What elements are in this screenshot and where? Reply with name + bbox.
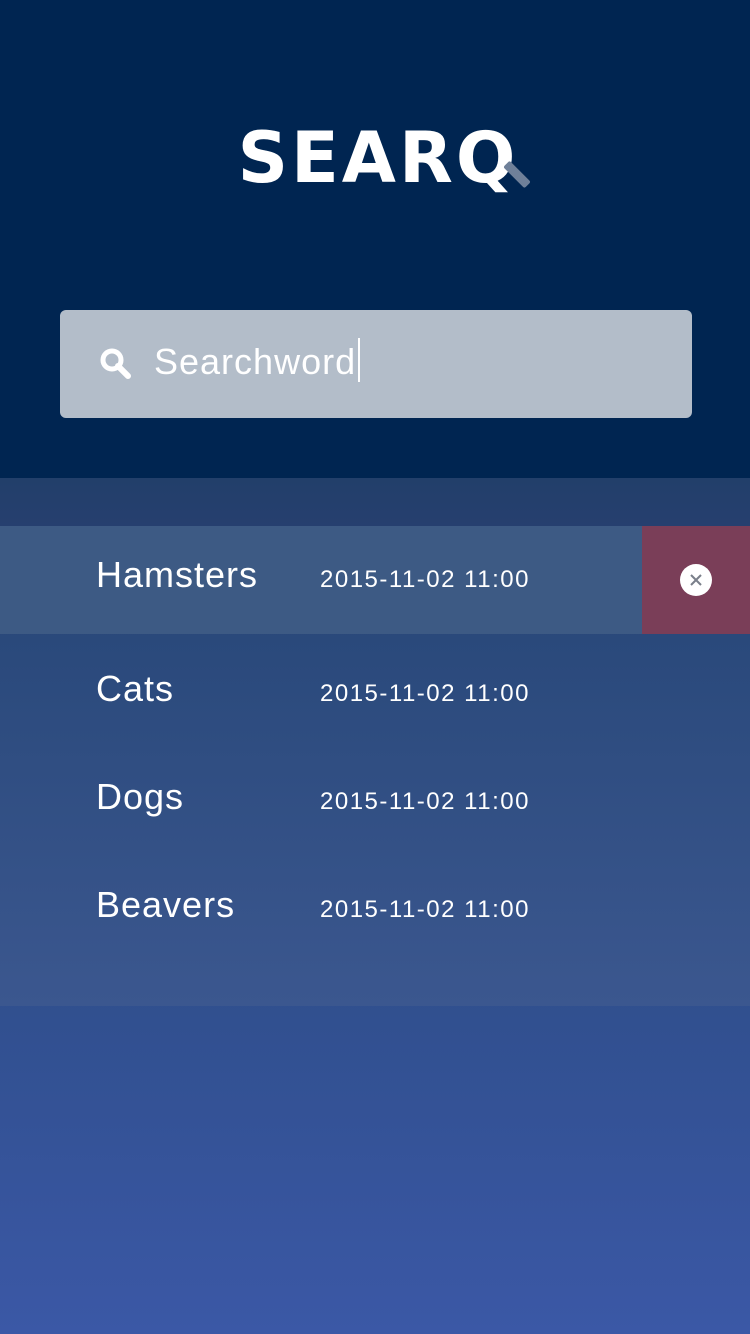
item-date: 2015-11-02 11:00 <box>320 788 530 815</box>
app-logo: SEARQ <box>0 118 750 208</box>
item-date: 2015-11-02 11:00 <box>320 680 530 707</box>
list-item[interactable]: Beavers 2015-11-02 11:00 <box>0 856 750 964</box>
search-input[interactable]: Searchword <box>154 336 634 388</box>
item-title: Hamsters <box>96 554 259 595</box>
item-date: 2015-11-02 11:00 <box>320 566 530 593</box>
close-circle-icon <box>680 564 712 596</box>
item-title: Cats <box>96 668 175 709</box>
item-date: 2015-11-02 11:00 <box>320 896 530 923</box>
item-title: Beavers <box>96 884 236 925</box>
list-item[interactable]: Cats 2015-11-02 11:00 <box>0 640 750 748</box>
list-item[interactable]: Dogs 2015-11-02 11:00 <box>0 748 750 856</box>
item-title: Dogs <box>96 776 185 817</box>
search-input-value: Searchword <box>154 341 357 382</box>
list-item[interactable]: Hamsters 2015-11-02 11:00 <box>0 526 750 634</box>
text-caret <box>358 338 361 382</box>
magnifier-handle-icon <box>503 160 532 189</box>
delete-button[interactable] <box>642 526 750 634</box>
search-icon <box>98 346 134 382</box>
logo-text: SEARQ <box>238 118 532 198</box>
results-panel: Hamsters 2015-11-02 11:00 Cats 2015-11-0… <box>0 478 750 1006</box>
